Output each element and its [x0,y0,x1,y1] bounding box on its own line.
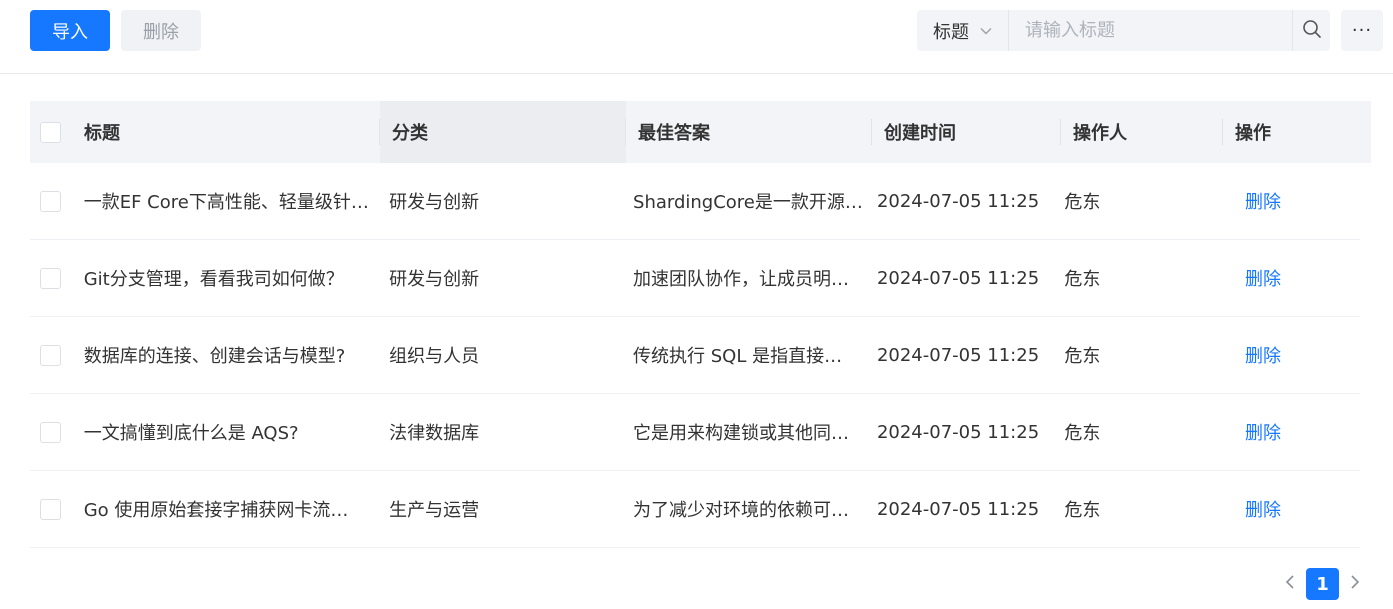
cell-operator: 危东 [1064,500,1101,521]
search-field-label: 标题 [933,21,969,43]
cell-actions: 删除 [1213,496,1360,522]
row-delete-link[interactable]: 删除 [1245,346,1281,367]
row-checkbox-cell [30,344,72,366]
cell-title: Git分支管理，看看我司如何做？ [83,269,344,290]
chevron-right-icon [1350,574,1360,594]
cell-category: 研发与创新 [389,192,480,213]
row-checkbox-cell [30,267,72,289]
chevron-left-icon [1285,574,1295,594]
row-checkbox-cell [30,190,72,212]
search-button[interactable] [1292,10,1330,51]
row-delete-link[interactable]: 删除 [1245,500,1281,521]
cell-best-answer: 传统执行 SQL 是指直接… [633,346,843,367]
cell-title: 一文搞懂到底什么是 AQS? [83,423,299,444]
bulk-delete-button[interactable]: 删除 [121,10,201,51]
row-checkbox-cell [30,421,72,443]
row-delete-link[interactable]: 删除 [1245,269,1281,290]
cell-operator: 危东 [1064,423,1101,444]
cell-created-time: 2024-07-05 11:25 [876,498,1040,520]
cell-title: Go 使用原始套接字捕获网卡流… [83,500,349,521]
cell-category: 组织与人员 [389,346,480,367]
table-row[interactable]: 一款EF Core下高性能、轻量级针… 研发与创新 ShardingCore是一… [30,163,1360,240]
prev-page-button[interactable] [1283,568,1297,600]
toolbar: 导入 删除 标题 ··· [0,0,1393,74]
search-field-select[interactable]: 标题 [917,10,1009,51]
cell-best-answer: 它是用来构建锁或其他同… [633,423,850,444]
cell-actions: 删除 [1213,419,1360,445]
row-checkbox-cell [30,498,72,520]
table-row[interactable]: Go 使用原始套接字捕获网卡流… 生产与运营 为了减少对环境的依赖可… 2024… [30,471,1360,548]
cell-created-time: 2024-07-05 11:25 [876,190,1040,212]
cell-title: 一款EF Core下高性能、轻量级针… [83,192,369,213]
cell-operator: 危东 [1064,192,1101,213]
table-row[interactable]: 数据库的连接、创建会话与模型? 组织与人员 传统执行 SQL 是指直接… 202… [30,317,1360,394]
cell-created-time: 2024-07-05 11:25 [876,421,1040,443]
select-all-checkbox[interactable] [40,121,61,143]
row-checkbox[interactable] [40,498,61,520]
cell-best-answer: ShardingCore是一款开源… [633,192,863,213]
search-icon [1302,19,1322,43]
more-button[interactable]: ··· [1341,10,1383,51]
cell-title: 数据库的连接、创建会话与模型? [83,346,346,367]
column-header-actions: 操作 [1235,123,1271,144]
table-body: 一款EF Core下高性能、轻量级针… 研发与创新 ShardingCore是一… [30,163,1371,548]
page-number-current[interactable]: 1 [1306,568,1339,600]
cell-best-answer: 为了减少对环境的依赖可… [633,500,850,521]
cell-operator: 危东 [1064,269,1101,290]
next-page-button[interactable] [1348,568,1362,600]
column-header-created-time[interactable]: 创建时间 [872,101,1061,163]
table-row[interactable]: Git分支管理，看看我司如何做？ 研发与创新 加速团队协作，让成员明… 2024… [30,240,1360,317]
column-header-category[interactable]: 分类 [380,101,626,163]
more-icon: ··· [1351,20,1373,41]
table-header: 标题 分类 最佳答案 创建时间 操作人 操作 [30,101,1371,163]
row-delete-link[interactable]: 删除 [1245,192,1281,213]
cell-category: 生产与运营 [389,500,480,521]
import-button[interactable]: 导入 [30,10,110,51]
data-table: 标题 分类 最佳答案 创建时间 操作人 操作 一款EF Core下高性能、轻量级… [30,101,1371,548]
cell-best-answer: 加速团队协作，让成员明… [633,269,850,290]
column-header-operator[interactable]: 操作人 [1061,101,1223,163]
header-checkbox-cell [30,101,72,163]
table-row[interactable]: 一文搞懂到底什么是 AQS? 法律数据库 它是用来构建锁或其他同… 2024-0… [30,394,1360,471]
cell-actions: 删除 [1213,265,1360,291]
search-input[interactable] [1009,10,1292,51]
cell-actions: 删除 [1213,188,1360,214]
row-checkbox[interactable] [40,190,61,212]
column-header-best-answer[interactable]: 最佳答案 [626,101,872,163]
cell-created-time: 2024-07-05 11:25 [876,344,1040,366]
cell-operator: 危东 [1064,346,1101,367]
chevron-down-icon [979,24,993,38]
search-group: 标题 [917,10,1330,51]
row-checkbox[interactable] [40,421,61,443]
row-checkbox[interactable] [40,344,61,366]
cell-category: 法律数据库 [389,423,480,444]
cell-category: 研发与创新 [389,269,480,290]
row-checkbox[interactable] [40,267,61,289]
row-delete-link[interactable]: 删除 [1245,423,1281,444]
pagination: 1 [1283,568,1362,600]
cell-actions: 删除 [1213,342,1360,368]
column-header-title[interactable]: 标题 [72,101,380,163]
cell-created-time: 2024-07-05 11:25 [876,267,1040,289]
